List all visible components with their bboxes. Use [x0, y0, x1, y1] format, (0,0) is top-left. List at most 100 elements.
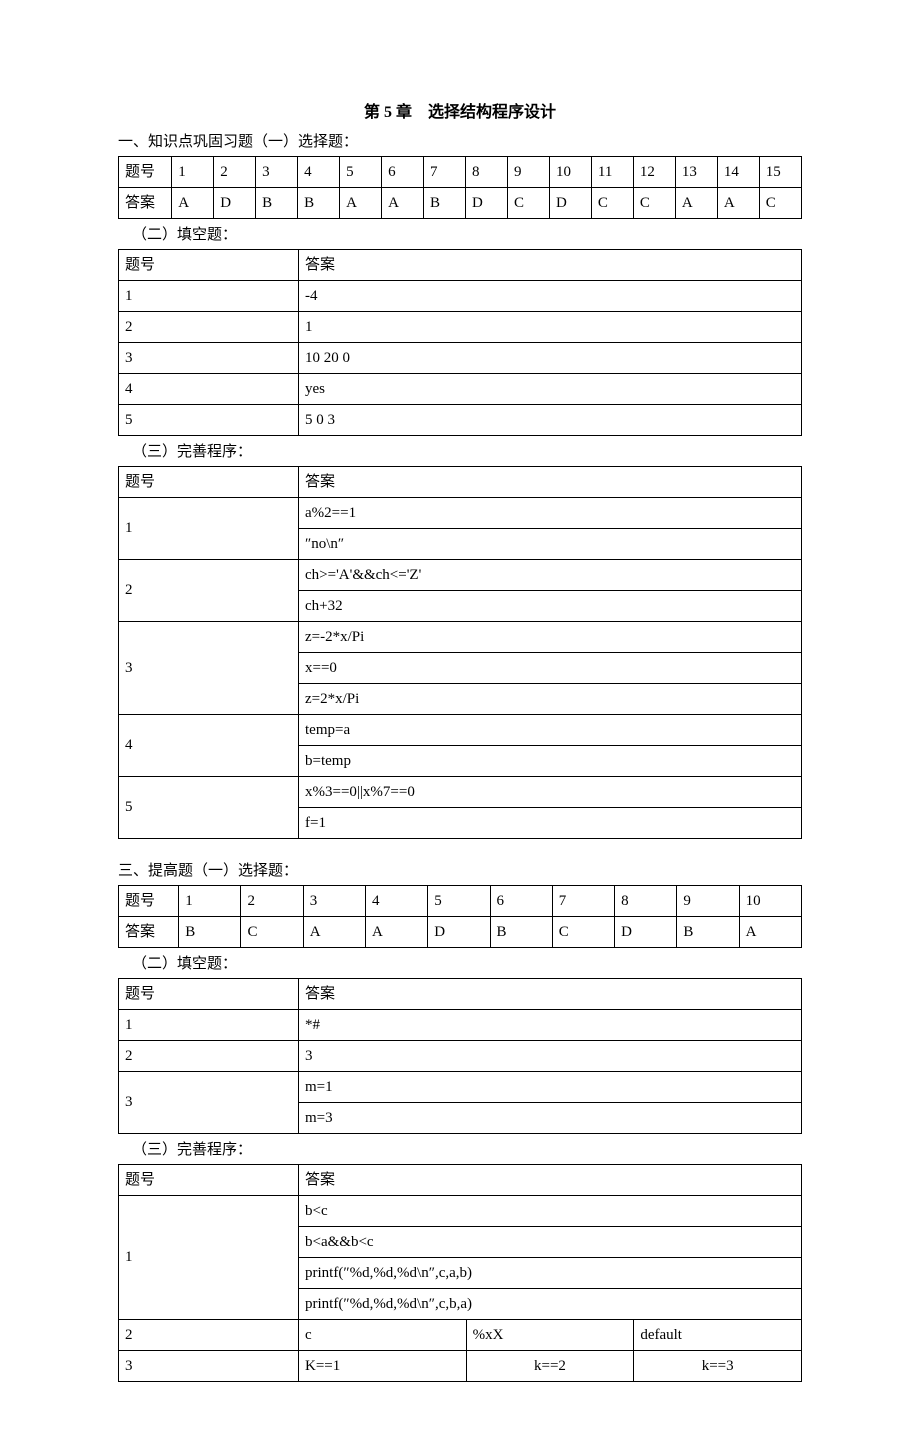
col-header: 题号	[119, 1164, 299, 1195]
row-header: 题号	[119, 156, 172, 187]
table-row: 2c%xXdefault	[119, 1319, 802, 1350]
cell: 6	[490, 885, 552, 916]
cell: A	[675, 187, 717, 218]
page-title: 第 5 章 选择结构程序设计	[118, 100, 802, 126]
cell: 3	[119, 342, 299, 373]
cell: 15	[759, 156, 801, 187]
cell: 3	[299, 1040, 802, 1071]
table-row: 3z=-2*x/Pi	[119, 621, 802, 652]
table-prog-2: 题号答案 1b<c b<a&&b<c printf(″%d,%d,%d\n″,c…	[118, 1164, 802, 1382]
col-header: 题号	[119, 249, 299, 280]
cell: 2	[119, 559, 299, 621]
cell: 1	[119, 1195, 299, 1319]
cell: 2	[119, 1319, 299, 1350]
cell: B	[179, 916, 241, 947]
cell: 8	[466, 156, 508, 187]
section-4-heading: 三、提高题（一）选择题：	[118, 859, 802, 883]
cell: temp=a	[299, 714, 802, 745]
cell: 2	[119, 1040, 299, 1071]
col-header: 答案	[299, 466, 802, 497]
table-row: 题号答案	[119, 1164, 802, 1195]
col-header: 题号	[119, 466, 299, 497]
cell: m=1	[299, 1071, 802, 1102]
cell: x%3==0||x%7==0	[299, 776, 802, 807]
cell: B	[677, 916, 739, 947]
table-row: 4temp=a	[119, 714, 802, 745]
cell: 4	[366, 885, 428, 916]
cell: 6	[382, 156, 424, 187]
cell: B	[424, 187, 466, 218]
row-header: 答案	[119, 187, 172, 218]
table-row: 1b<c	[119, 1195, 802, 1226]
cell: 10	[739, 885, 801, 916]
cell: 1	[119, 497, 299, 559]
cell: 3	[119, 1071, 299, 1133]
cell: C	[633, 187, 675, 218]
table-fill-2: 题号答案 1*# 23 3m=1 m=3	[118, 978, 802, 1134]
table-row: 1*#	[119, 1009, 802, 1040]
cell: 3	[119, 621, 299, 714]
cell: 2	[119, 311, 299, 342]
cell: 1	[119, 280, 299, 311]
cell: D	[549, 187, 591, 218]
cell: A	[739, 916, 801, 947]
cell: a%2==1	[299, 497, 802, 528]
cell: 4	[119, 714, 299, 776]
cell: 12	[633, 156, 675, 187]
cell: 1	[299, 311, 802, 342]
cell: C	[591, 187, 633, 218]
cell: A	[717, 187, 759, 218]
cell: m=3	[299, 1102, 802, 1133]
cell: C	[552, 916, 614, 947]
cell: 3	[256, 156, 298, 187]
cell: 10	[549, 156, 591, 187]
cell: 10 20 0	[299, 342, 802, 373]
cell: K==1	[299, 1350, 467, 1381]
cell: B	[256, 187, 298, 218]
table-choice-1: 题号 1 2 3 4 5 6 7 8 9 10 11 12 13 14 15 答…	[118, 156, 802, 219]
table-row: 1-4	[119, 280, 802, 311]
row-header: 答案	[119, 916, 179, 947]
table-prog-1: 题号答案 1a%2==1 ″no\n″ 2ch>='A'&&ch<='Z' ch…	[118, 466, 802, 839]
cell: C	[507, 187, 549, 218]
cell: D	[466, 187, 508, 218]
cell: 1	[119, 1009, 299, 1040]
cell: 9	[507, 156, 549, 187]
cell: C	[241, 916, 303, 947]
table-row: 5x%3==0||x%7==0	[119, 776, 802, 807]
table-row: 答案 A D B B A A B D C D C C A A C	[119, 187, 802, 218]
cell: C	[759, 187, 801, 218]
col-header: 题号	[119, 978, 299, 1009]
cell: 4	[298, 156, 340, 187]
cell: b=temp	[299, 745, 802, 776]
table-row: 21	[119, 311, 802, 342]
table-row: 1a%2==1	[119, 497, 802, 528]
cell: B	[490, 916, 552, 947]
cell: b<c	[299, 1195, 802, 1226]
cell: D	[214, 187, 256, 218]
cell: 7	[552, 885, 614, 916]
cell: 5	[119, 776, 299, 838]
cell: %xX	[466, 1319, 634, 1350]
cell: 2	[214, 156, 256, 187]
cell: 2	[241, 885, 303, 916]
cell: 1	[172, 156, 214, 187]
row-header: 题号	[119, 885, 179, 916]
table-row: 55 0 3	[119, 404, 802, 435]
cell: 5	[340, 156, 382, 187]
cell: z=2*x/Pi	[299, 683, 802, 714]
section-2-heading: （二）填空题：	[132, 223, 802, 247]
cell: 8	[615, 885, 677, 916]
table-row: 23	[119, 1040, 802, 1071]
cell: A	[382, 187, 424, 218]
cell: ch>='A'&&ch<='Z'	[299, 559, 802, 590]
cell: 9	[677, 885, 739, 916]
table-row: 题号答案	[119, 466, 802, 497]
cell: 3	[303, 885, 365, 916]
col-header: 答案	[299, 978, 802, 1009]
cell: 4	[119, 373, 299, 404]
cell: -4	[299, 280, 802, 311]
section-5-heading: （二）填空题：	[132, 952, 802, 976]
cell: 13	[675, 156, 717, 187]
cell: D	[615, 916, 677, 947]
